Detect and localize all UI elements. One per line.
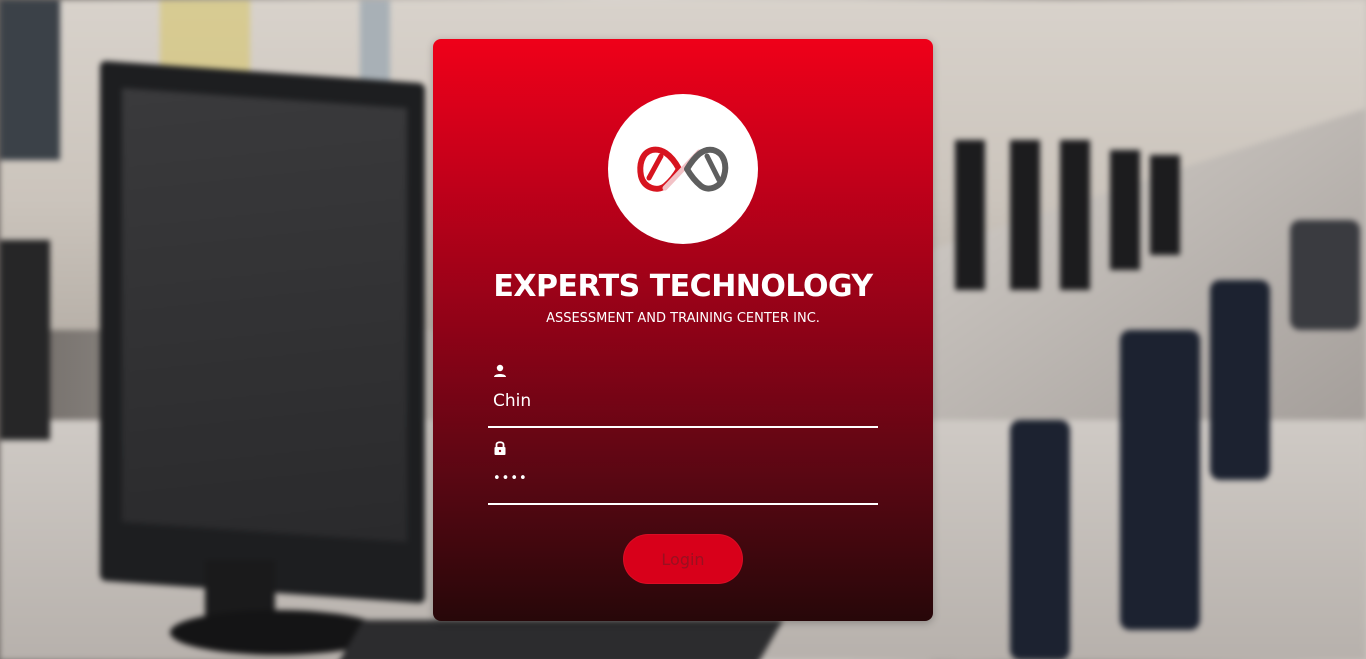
logo bbox=[608, 94, 758, 244]
login-button[interactable]: Login bbox=[623, 534, 743, 584]
username-input[interactable]: Chin bbox=[493, 391, 531, 411]
company-subtitle: ASSESSMENT AND TRAINING CENTER INC. bbox=[546, 311, 820, 326]
password-field[interactable]: •••• bbox=[488, 438, 878, 505]
user-icon bbox=[494, 364, 506, 377]
company-title: EXPERTS TECHNOLOGY bbox=[493, 269, 873, 304]
password-input[interactable]: •••• bbox=[493, 471, 528, 486]
lock-icon bbox=[494, 441, 506, 455]
username-field[interactable]: Chin bbox=[488, 361, 878, 428]
login-card: EXPERTS TECHNOLOGY ASSESSMENT AND TRAINI… bbox=[433, 39, 933, 621]
infinity-logo-icon bbox=[637, 146, 729, 192]
